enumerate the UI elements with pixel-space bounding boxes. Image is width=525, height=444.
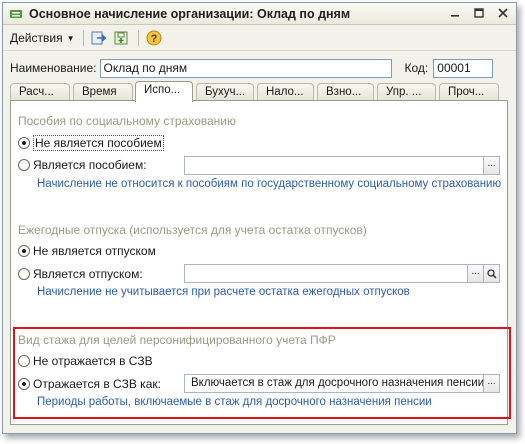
radio-icon-checked[interactable] bbox=[18, 378, 30, 390]
tab-usage[interactable]: Испо... bbox=[135, 81, 193, 102]
save-icon[interactable] bbox=[111, 28, 131, 48]
toolbar: Действия ▼ ? bbox=[3, 26, 516, 51]
tab-contributions[interactable]: Взно... bbox=[317, 83, 374, 101]
radio-not-szv-label: Не отражается в СЗВ bbox=[33, 354, 153, 368]
ellipsis-icon[interactable]: ... bbox=[467, 265, 483, 282]
toolbar-separator bbox=[82, 30, 84, 46]
ellipsis-icon[interactable]: ... bbox=[483, 375, 499, 392]
tab-management[interactable]: Упр. ... bbox=[377, 83, 436, 101]
radio-icon-checked[interactable] bbox=[18, 245, 30, 257]
radio-not-vacation-label: Не является отпуском bbox=[33, 244, 156, 258]
dropdown-arrow-icon: ▼ bbox=[66, 33, 75, 43]
maximize-icon[interactable] bbox=[472, 6, 486, 20]
actions-menu-button[interactable]: Действия ▼ bbox=[7, 29, 78, 47]
radio-not-vacation[interactable]: Не является отпуском bbox=[18, 242, 156, 260]
vacation-note: Начисление не учитывается при расчете ос… bbox=[37, 286, 410, 298]
radio-icon[interactable] bbox=[18, 159, 30, 171]
benefit-type-value bbox=[185, 157, 483, 174]
radio-is-szv-label: Отражается в СЗВ как: bbox=[33, 377, 161, 391]
radio-is-benefit[interactable]: Является пособием: bbox=[18, 156, 147, 174]
radio-icon-checked[interactable] bbox=[18, 137, 30, 149]
radio-is-benefit-label: Является пособием: bbox=[33, 158, 147, 172]
section-title-vacation: Ежегодные отпуска (используется для учет… bbox=[18, 223, 367, 237]
window-title: Основное начисление организации: Оклад п… bbox=[29, 6, 351, 21]
tab-accounting[interactable]: Бухуч... bbox=[196, 83, 254, 101]
tab-strip: Расч... Время Испо... Бухуч... Нало... В… bbox=[10, 81, 508, 102]
close-icon[interactable] bbox=[496, 6, 510, 20]
name-label: Наименование: bbox=[10, 61, 97, 75]
code-input[interactable]: 00001 bbox=[433, 58, 494, 78]
radio-is-vacation-label: Является отпуском: bbox=[33, 267, 143, 281]
social-note: Начисление не относится к пособиям по го… bbox=[37, 178, 502, 190]
radio-not-benefit-label: Не является пособием bbox=[33, 135, 164, 151]
form-window: Основное начисление организации: Оклад п… bbox=[2, 2, 517, 434]
save-close-icon[interactable] bbox=[89, 28, 109, 48]
tab-time[interactable]: Время bbox=[73, 83, 133, 101]
szv-type-value: Включается в стаж для досрочного назначе… bbox=[191, 377, 483, 389]
vacation-type-value bbox=[185, 265, 467, 282]
radio-not-szv[interactable]: Не отражается в СЗВ bbox=[18, 352, 153, 370]
benefit-type-field[interactable]: ... bbox=[184, 156, 500, 175]
title-bar[interactable]: Основное начисление организации: Оклад п… bbox=[3, 3, 516, 25]
actions-menu-label: Действия bbox=[10, 31, 63, 45]
name-input[interactable]: Оклад по дням bbox=[99, 58, 392, 78]
code-label: Код: bbox=[404, 61, 429, 75]
tab-panel-usage: Пособия по социальному страхованию Не яв… bbox=[10, 100, 508, 425]
radio-is-szv[interactable]: Отражается в СЗВ как: bbox=[18, 375, 161, 393]
toolbar-separator bbox=[137, 30, 139, 46]
szv-type-field[interactable]: Включается в стаж для досрочного назначе… bbox=[184, 374, 500, 393]
radio-not-benefit[interactable]: Не является пособием bbox=[18, 134, 164, 152]
radio-icon[interactable] bbox=[18, 355, 30, 367]
ellipsis-icon[interactable]: ... bbox=[483, 157, 499, 174]
tab-tax[interactable]: Нало... bbox=[257, 83, 314, 101]
tab-calculation[interactable]: Расч... bbox=[10, 83, 70, 101]
name-row: Наименование: Оклад по дням Код: 00001 bbox=[10, 58, 508, 78]
tab-other[interactable]: Проч... bbox=[439, 83, 499, 101]
pfr-note: Периоды работы, включаемые в стаж для до… bbox=[37, 396, 432, 408]
search-icon[interactable] bbox=[483, 265, 499, 282]
radio-is-vacation[interactable]: Является отпуском: bbox=[18, 265, 143, 283]
help-icon[interactable]: ? bbox=[144, 28, 164, 48]
form-icon bbox=[9, 7, 23, 21]
vacation-type-field[interactable]: ... bbox=[184, 264, 500, 283]
minimize-icon[interactable] bbox=[448, 6, 462, 20]
section-title-social: Пособия по социальному страхованию bbox=[18, 114, 236, 128]
section-title-pfr: Вид стажа для целей персонифицированного… bbox=[18, 333, 336, 347]
svg-text:?: ? bbox=[150, 33, 157, 45]
radio-icon[interactable] bbox=[18, 268, 30, 280]
